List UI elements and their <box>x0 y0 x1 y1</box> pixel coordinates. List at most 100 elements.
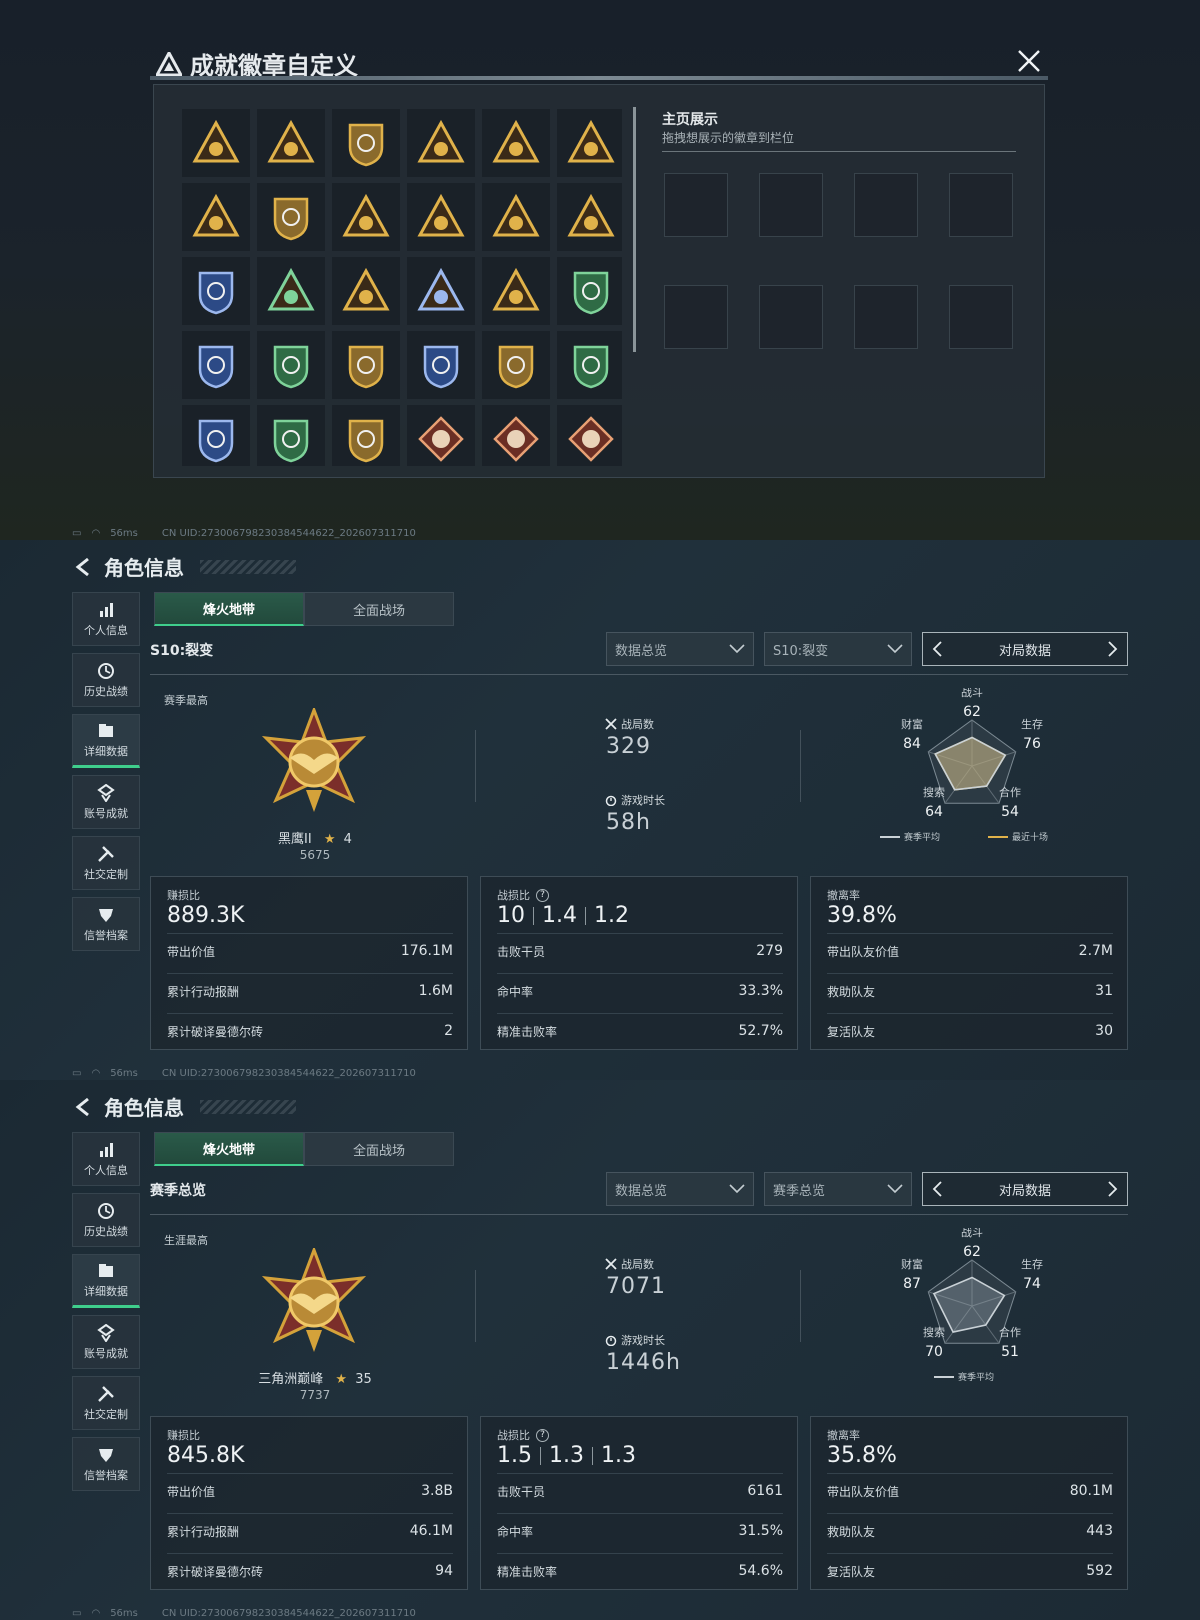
helmet-triangle-badge[interactable] <box>557 183 622 251</box>
back-arrow-icon[interactable] <box>72 1096 94 1118</box>
badge-slot[interactable] <box>854 173 918 237</box>
tab-warzone[interactable]: 烽火地带 <box>154 1132 304 1166</box>
season-dropdown[interactable]: S10:裂变 <box>764 632 912 666</box>
card-title: 撤离率 <box>827 889 860 902</box>
gold-coins-badge[interactable] <box>482 183 550 251</box>
crosshair-shield-badge[interactable] <box>332 109 400 177</box>
card-title-row: 战损比? <box>497 887 549 903</box>
stat-row-label: 救助队友 <box>827 985 876 999</box>
play-time: 58h <box>606 810 651 835</box>
season-dropdown[interactable]: 赛季总览 <box>764 1172 912 1206</box>
eagle-round-badge[interactable] <box>557 405 622 466</box>
sword-shield-badge[interactable] <box>407 109 475 177</box>
nav-item[interactable]: 详细数据 <box>72 1254 140 1308</box>
eye-triangle-badge[interactable] <box>482 109 550 177</box>
stat-row-value: 3.8B <box>421 1483 453 1499</box>
nav-item[interactable]: 详细数据 <box>72 714 140 768</box>
value-separator <box>592 1446 593 1465</box>
card-main-value: 889.3K <box>167 903 244 928</box>
badge-slot[interactable] <box>759 285 823 349</box>
stat-row-value: 31.5% <box>738 1523 783 1539</box>
blue-star-medal-badge[interactable] <box>557 257 622 325</box>
character-info-panel: 角色信息 个人信息 历史战绩 详细数据 账号成就 社交定制 信誉档案 烽火地带 全面战场 … <box>0 540 1200 1080</box>
help-icon[interactable]: ? <box>536 1428 549 1442</box>
tab-full-battlefield[interactable]: 全面战场 <box>304 1132 454 1166</box>
nav-item[interactable]: 账号成就 <box>72 775 140 829</box>
radar-label: 生存 <box>1021 717 1043 731</box>
chevron-left-icon[interactable] <box>929 1180 947 1198</box>
green-cycle-badge[interactable] <box>182 405 250 466</box>
chevron-left-icon[interactable] <box>929 640 947 658</box>
gold-rifles-badge[interactable] <box>332 331 400 399</box>
back-arrow-icon[interactable] <box>72 556 94 578</box>
nav-item-label: 个人信息 <box>84 1163 128 1177</box>
green-cycle-2-badge-icon <box>273 419 309 463</box>
nav-item[interactable]: 个人信息 <box>72 592 140 646</box>
doc-triangle-badge[interactable] <box>257 183 325 251</box>
diamond-crate-badge[interactable] <box>332 257 400 325</box>
badge-slot[interactable] <box>949 285 1013 349</box>
green-cycle-2-badge[interactable] <box>257 405 325 466</box>
status-bar: ▭ ◠ 56ms CN UID:273006798230384544622_20… <box>72 1068 416 1079</box>
white-shield-badge[interactable] <box>182 331 250 399</box>
stat-row: 累计破译曼德尔砖 94 <box>167 1563 453 1580</box>
time-label: 游戏时长 <box>621 794 665 807</box>
blue-rifles-badge[interactable] <box>407 331 475 399</box>
modal-body: 主页展示 拖拽想展示的徽章到栏位 <box>153 84 1045 478</box>
gold-cycle-badge[interactable] <box>332 405 400 466</box>
stat-row-value: 80.1M <box>1069 1483 1113 1499</box>
section-title: 赛季总览 <box>150 1183 206 1199</box>
close-icon[interactable] <box>1016 48 1042 74</box>
wolf-diamond-badge[interactable] <box>407 405 475 466</box>
badge-slot[interactable] <box>664 285 728 349</box>
coins-round-badge[interactable] <box>257 331 325 399</box>
data-overview-dropdown[interactable]: 数据总览 <box>606 1172 754 1206</box>
gold-rifles-badge-icon <box>348 345 384 389</box>
chevron-right-icon[interactable] <box>1103 640 1121 658</box>
green-rifles-badge[interactable] <box>482 331 550 399</box>
badge-slot[interactable] <box>664 173 728 237</box>
stat-row-value: 52.7% <box>738 1023 783 1039</box>
nav-item[interactable]: 信誉档案 <box>72 1437 140 1491</box>
games-count: 7071 <box>606 1274 666 1299</box>
battery-icon: ▭ <box>72 528 82 539</box>
nav-item[interactable]: 历史战绩 <box>72 653 140 707</box>
green-rifle-badge[interactable] <box>482 257 550 325</box>
chevron-right-icon[interactable] <box>1103 1180 1121 1198</box>
status-bar: ▭ ◠ 56ms CN UID:273006798230384544622_20… <box>72 528 416 539</box>
stat-card: 赚损比 845.8K 带出价值 3.8B 累计行动报酬 46.1M 累计破译曼德尔砖 94 <box>150 1416 468 1590</box>
backpack-triangle-badge[interactable] <box>182 183 250 251</box>
wolf-diamond-2-badge[interactable] <box>482 405 550 466</box>
nav-item[interactable]: 信誉档案 <box>72 897 140 951</box>
badge-slot[interactable] <box>949 173 1013 237</box>
nav-item[interactable]: 个人信息 <box>72 1132 140 1186</box>
chevron-down-icon <box>887 644 903 654</box>
green-rifle-badge-icon <box>492 267 540 311</box>
tank-triangle-badge[interactable] <box>557 109 622 177</box>
nav-item[interactable]: 账号成就 <box>72 1315 140 1369</box>
tab-full-battlefield[interactable]: 全面战场 <box>304 592 454 626</box>
star-medal-badge[interactable] <box>407 257 475 325</box>
green-rifles-2-badge[interactable] <box>557 331 622 399</box>
squad-triangle-badge[interactable] <box>257 257 325 325</box>
badge-slot[interactable] <box>759 173 823 237</box>
stat-row-label: 精准击败率 <box>497 1025 558 1039</box>
nav-item[interactable]: 历史战绩 <box>72 1193 140 1247</box>
status-bar: ▭ ◠ 56ms CN UID:273006798230384544622_20… <box>72 1608 416 1619</box>
helicopter-badge[interactable] <box>257 109 325 177</box>
badge-slot[interactable] <box>854 285 918 349</box>
tab-warzone[interactable]: 烽火地带 <box>154 592 304 626</box>
data-overview-dropdown[interactable]: 数据总览 <box>606 632 754 666</box>
nav-item[interactable]: 社交定制 <box>72 836 140 890</box>
ping-text: 56ms <box>110 528 138 539</box>
rank-one-badge[interactable] <box>182 257 250 325</box>
screenshot-root: 成就徽章自定义 主页展示 拖拽想展示的徽章到栏位 ▭ ◠ 56ms CN UID… <box>0 0 1200 1620</box>
help-icon[interactable]: ? <box>536 888 549 902</box>
badge-grid-scrollbar[interactable] <box>633 107 636 352</box>
helicopter-badge-icon <box>267 119 315 163</box>
rank-points: 7737 <box>299 1388 331 1402</box>
nav-item[interactable]: 社交定制 <box>72 1376 140 1430</box>
plane-triangle-badge[interactable] <box>407 183 475 251</box>
soldier-triangle-badge[interactable] <box>332 183 400 251</box>
triangle-badge[interactable] <box>182 109 250 177</box>
